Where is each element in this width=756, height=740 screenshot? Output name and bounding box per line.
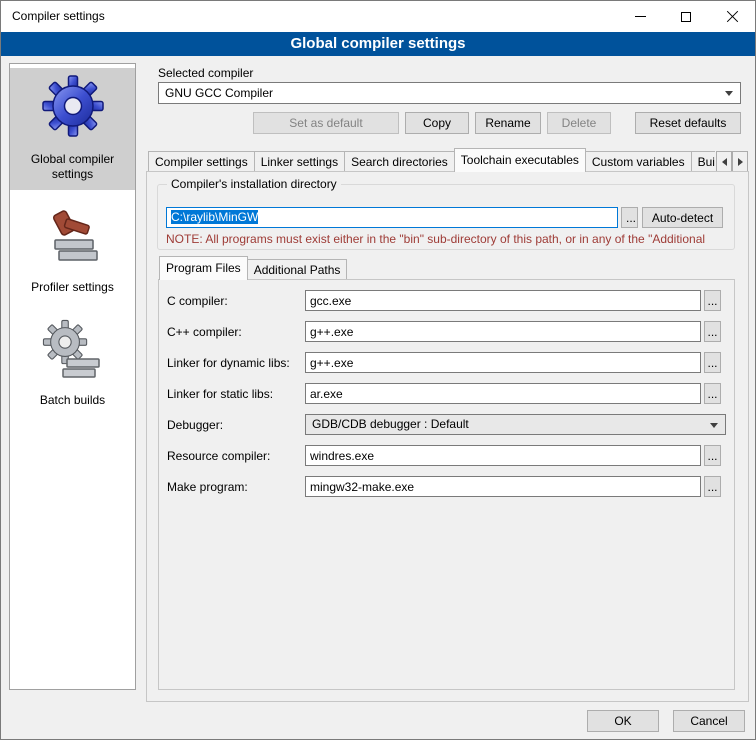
- static-linker-input[interactable]: [305, 383, 701, 404]
- tab-custom-variables[interactable]: Custom variables: [585, 151, 692, 172]
- set-as-default-button[interactable]: Set as default: [253, 112, 399, 134]
- debugger-value: GDB/CDB debugger : Default: [312, 417, 469, 431]
- field-row-cpp-compiler: C++ compiler: ...: [1, 321, 756, 343]
- sidebar-item-global-compiler-settings[interactable]: Global compiler settings: [10, 68, 135, 190]
- install-dir-browse-button[interactable]: ...: [621, 207, 638, 228]
- selected-compiler-value: GNU GCC Compiler: [165, 86, 273, 100]
- install-dir-selected-text: C:\raylib\MinGW: [171, 210, 258, 224]
- copy-button[interactable]: Copy: [405, 112, 469, 134]
- dynamic-linker-input[interactable]: [305, 352, 701, 373]
- install-dir-input[interactable]: C:\raylib\MinGW: [166, 207, 618, 228]
- debugger-label: Debugger:: [167, 418, 223, 432]
- resource-compiler-input[interactable]: [305, 445, 701, 466]
- autodetect-button[interactable]: Auto-detect: [642, 207, 723, 228]
- make-program-browse-button[interactable]: ...: [704, 476, 721, 497]
- make-program-input[interactable]: [305, 476, 701, 497]
- minimize-button[interactable]: [617, 1, 663, 32]
- tab-additional-paths[interactable]: Additional Paths: [247, 259, 348, 280]
- sidebar-item-profiler-settings[interactable]: Profiler settings: [10, 200, 135, 303]
- sidebar-item-label: Global compiler settings: [12, 152, 133, 182]
- cpp-compiler-input[interactable]: [305, 321, 701, 342]
- static-linker-label: Linker for static libs:: [167, 387, 273, 401]
- close-button[interactable]: [709, 1, 755, 32]
- bin-subdirectory-note: NOTE: All programs must exist either in …: [166, 232, 732, 246]
- arrow-right-icon: [738, 158, 743, 166]
- make-program-label: Make program:: [167, 480, 248, 494]
- tab-scroll-right-button[interactable]: [732, 151, 748, 172]
- cancel-button[interactable]: Cancel: [673, 710, 745, 732]
- tab-build-options-clipped[interactable]: Buil: [691, 151, 715, 172]
- page-title: Global compiler settings: [1, 32, 755, 56]
- rename-button[interactable]: Rename: [475, 112, 541, 134]
- c-compiler-input[interactable]: [305, 290, 701, 311]
- tab-compiler-settings[interactable]: Compiler settings: [148, 151, 255, 172]
- field-row-make-program: Make program: ...: [1, 476, 756, 498]
- compiler-settings-dialog: Compiler settings Global compiler settin…: [0, 0, 756, 740]
- titlebar[interactable]: Compiler settings: [1, 1, 755, 32]
- tab-linker-settings[interactable]: Linker settings: [254, 151, 345, 172]
- close-icon: [726, 10, 739, 23]
- cpp-compiler-browse-button[interactable]: ...: [704, 321, 721, 342]
- field-row-c-compiler: C compiler: ...: [1, 290, 756, 312]
- c-compiler-label: C compiler:: [167, 294, 228, 308]
- resource-compiler-browse-button[interactable]: ...: [704, 445, 721, 466]
- minimize-icon: [635, 16, 646, 17]
- settings-sidebar: Global compiler settings Profiler settin…: [9, 63, 136, 690]
- delete-button[interactable]: Delete: [547, 112, 611, 134]
- dynamic-linker-browse-button[interactable]: ...: [704, 352, 721, 373]
- dynamic-linker-label: Linker for dynamic libs:: [167, 356, 290, 370]
- tab-program-files[interactable]: Program Files: [159, 256, 248, 280]
- tab-toolchain-executables[interactable]: Toolchain executables: [454, 148, 586, 172]
- arrow-left-icon: [722, 158, 727, 166]
- field-row-resource-compiler: Resource compiler: ...: [1, 445, 756, 467]
- selected-compiler-label: Selected compiler: [158, 66, 253, 80]
- chevron-down-icon: [725, 91, 733, 96]
- resource-compiler-label: Resource compiler:: [167, 449, 270, 463]
- ok-button[interactable]: OK: [587, 710, 659, 732]
- maximize-icon: [681, 12, 691, 22]
- selected-compiler-dropdown[interactable]: GNU GCC Compiler: [158, 82, 741, 104]
- debugger-dropdown[interactable]: GDB/CDB debugger : Default: [305, 414, 726, 435]
- tab-scroll-left-button[interactable]: [716, 151, 732, 172]
- settings-tabbar: Compiler settings Linker settings Search…: [148, 148, 715, 172]
- reset-defaults-button[interactable]: Reset defaults: [635, 112, 741, 134]
- cpp-compiler-label: C++ compiler:: [167, 325, 242, 339]
- field-row-static-linker: Linker for static libs: ...: [1, 383, 756, 405]
- tab-search-directories[interactable]: Search directories: [344, 151, 455, 172]
- compiler-gear-icon: [41, 74, 105, 138]
- field-row-debugger: Debugger: GDB/CDB debugger : Default: [1, 414, 756, 436]
- install-dir-group-title: Compiler's installation directory: [167, 177, 341, 191]
- chevron-down-icon: [710, 423, 718, 428]
- static-linker-browse-button[interactable]: ...: [704, 383, 721, 404]
- toolchain-sub-tabbar: Program Files Additional Paths: [159, 256, 459, 280]
- field-row-dynamic-linker: Linker for dynamic libs: ...: [1, 352, 756, 374]
- c-compiler-browse-button[interactable]: ...: [704, 290, 721, 311]
- profiler-icon: [41, 206, 105, 270]
- window-title: Compiler settings: [12, 1, 105, 32]
- maximize-button[interactable]: [663, 1, 709, 32]
